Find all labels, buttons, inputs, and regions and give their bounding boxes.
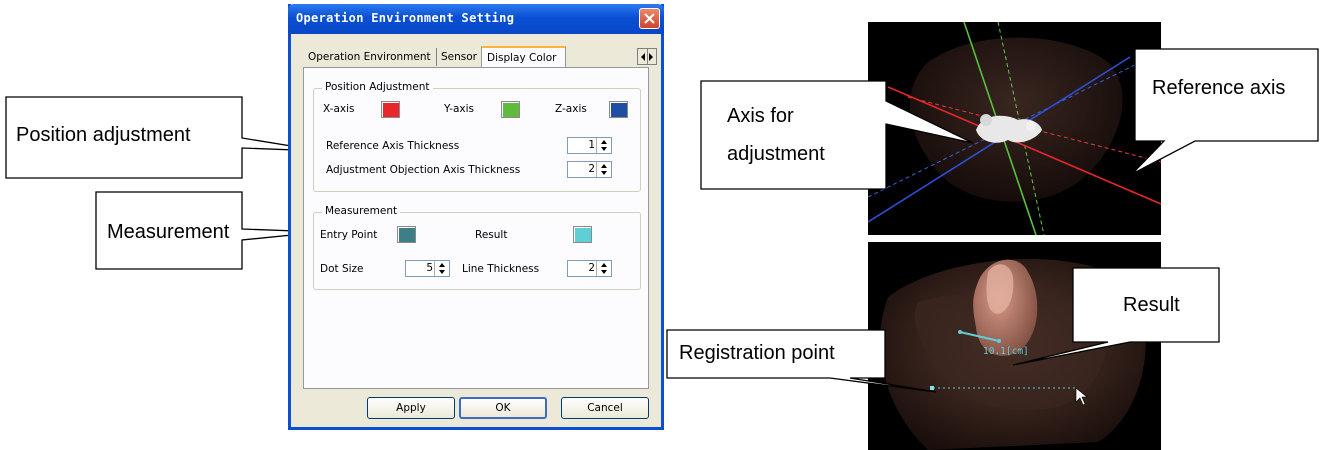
registration-point-callout-text: Registration point: [679, 342, 835, 364]
position-adjustment-callout-text: Position adjustment: [16, 124, 191, 146]
result-callout-text: Result: [1123, 294, 1180, 316]
measurement-callout-text: Measurement: [107, 221, 230, 243]
axis-for-adjustment-callout-line1: Axis for: [727, 105, 794, 127]
axis-for-adjustment-callout-line2: adjustment: [727, 143, 825, 165]
reference-axis-callout: [1131, 48, 1319, 175]
reference-axis-callout-text: Reference axis: [1152, 77, 1286, 99]
axis-for-adjustment-callout: [700, 80, 974, 190]
result-callout: [1012, 267, 1220, 366]
